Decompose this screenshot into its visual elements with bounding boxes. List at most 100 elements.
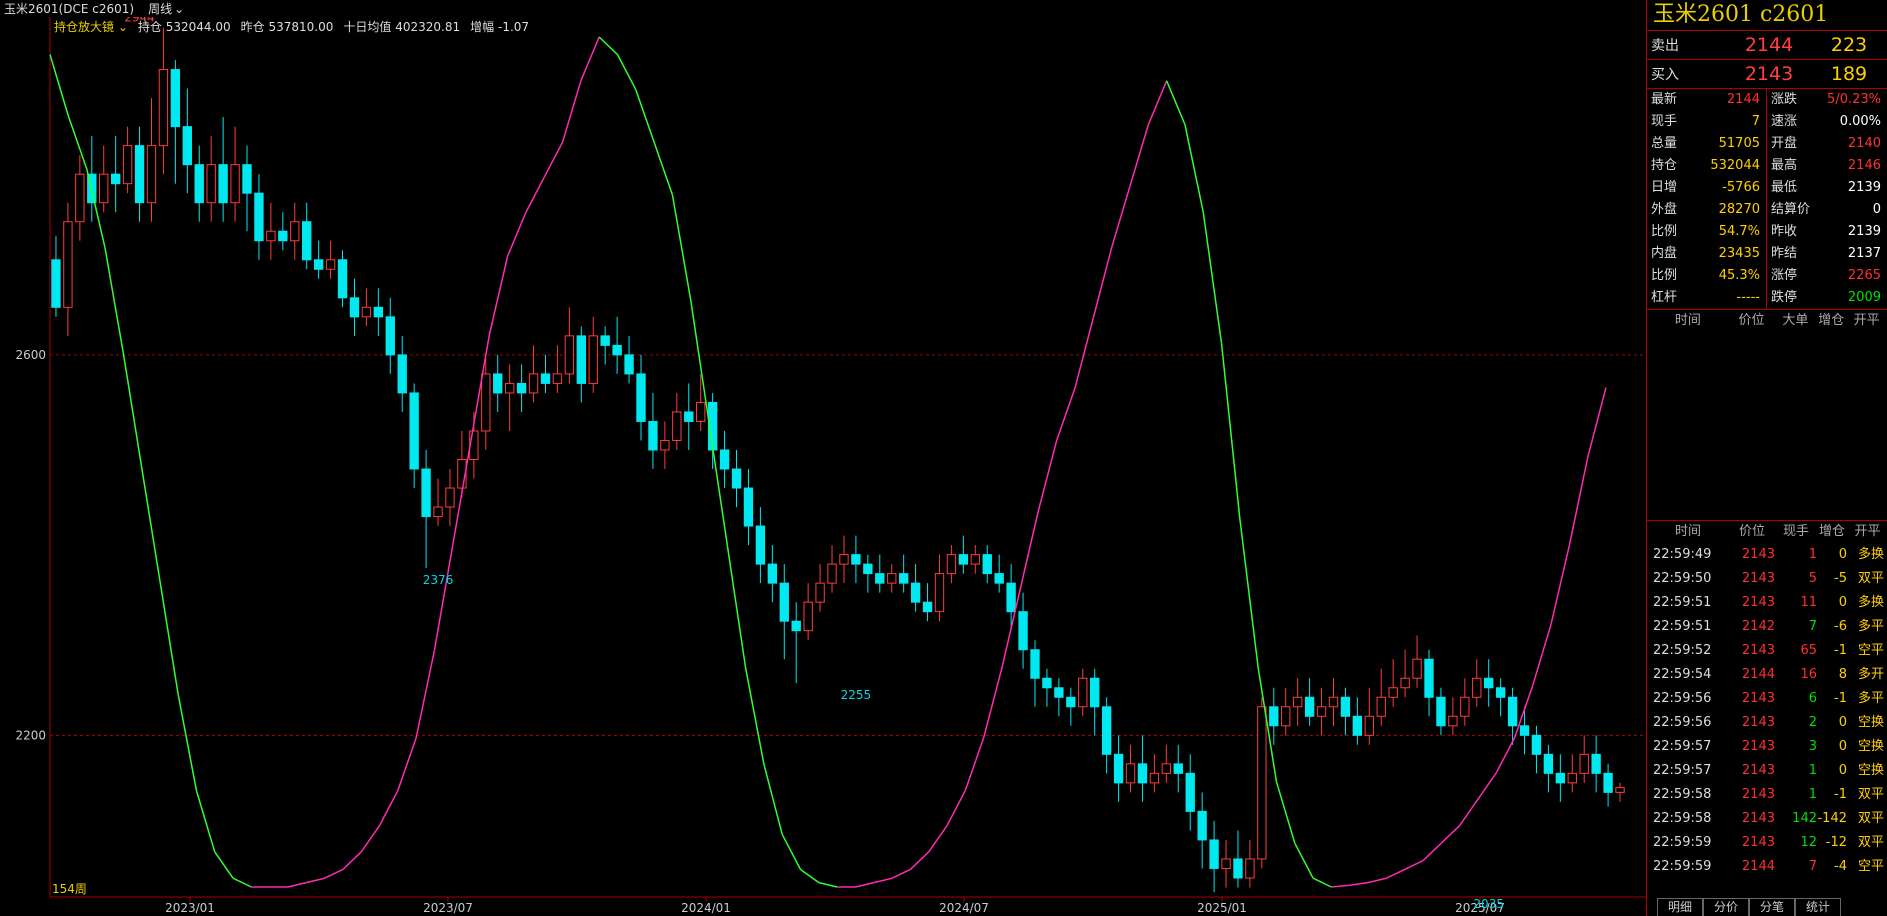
candle-body <box>827 563 837 584</box>
candle-body <box>1412 658 1422 679</box>
candle-body <box>564 335 575 375</box>
oi-line-segment <box>49 54 70 117</box>
oi-line-segment <box>726 545 747 669</box>
candle-body <box>791 620 801 632</box>
candle-body <box>1078 677 1088 708</box>
quote-panel: 玉米2601 c2601 卖出 2144 223 买入 2143 189 最新 2… <box>1646 0 1887 916</box>
candle-body <box>1137 763 1148 784</box>
stat-cell: 现手 7 <box>1647 111 1767 133</box>
candle-body <box>1185 772 1195 812</box>
candle-body <box>863 563 873 575</box>
oi-line-segment <box>1586 387 1607 458</box>
candle-body <box>409 392 419 470</box>
candle-body <box>1221 858 1231 869</box>
candle-body <box>898 573 909 584</box>
candle-body <box>1543 753 1554 774</box>
candle-body <box>51 259 61 308</box>
stat-row: 最新 2144 涨跌 5/0.23% <box>1647 89 1887 111</box>
tick-oi-change: 0 <box>1838 547 1847 562</box>
x-tick-label: 2024/07 <box>939 901 989 915</box>
candle-body <box>397 354 407 394</box>
stats-grid: 最新 2144 涨跌 5/0.23% 现手 7 速涨 0.00% 总量 51705 开盘 2140 持仓… <box>1647 88 1887 309</box>
stat-value: 7 <box>1751 114 1760 129</box>
tab-0[interactable]: 明细 <box>1657 898 1704 916</box>
stat-row: 持仓 532044 最高 2146 <box>1647 155 1887 177</box>
candle-body <box>1531 734 1542 755</box>
stat-label: 杠杆 <box>1651 290 1678 305</box>
stat-value: ----- <box>1736 290 1760 305</box>
tick-price: 2143 <box>1741 571 1775 586</box>
stat-cell: 比例 54.7% <box>1647 221 1767 243</box>
candle-body <box>684 411 694 422</box>
oi-line-segment <box>1074 317 1095 388</box>
stat-label: 内盘 <box>1651 246 1678 261</box>
candle-body <box>1424 658 1434 698</box>
candle-body <box>1328 696 1339 708</box>
ask-row[interactable]: 卖出 2144 223 <box>1647 30 1887 59</box>
candle-body <box>516 382 527 394</box>
candle-body <box>290 221 300 242</box>
candle-body <box>1603 772 1613 793</box>
oi-line-segment <box>653 141 674 195</box>
oi-line-segment <box>1440 825 1461 844</box>
period-selector[interactable]: 周线 ⌄ <box>148 0 184 17</box>
oi-line-segment <box>140 466 161 581</box>
tick-price: 2143 <box>1741 835 1775 850</box>
tick-oi-change: -1 <box>1834 643 1847 658</box>
oi-line-segment <box>543 141 564 178</box>
candle-body <box>910 582 921 603</box>
candle-body <box>146 145 157 204</box>
stat-row: 杠杆 ----- 跌停 2009 <box>1647 287 1887 309</box>
tab-3[interactable]: 统计 <box>1795 898 1842 916</box>
stat-cell: 涨停 2265 <box>1767 265 1887 287</box>
tick-volume: 3 <box>1808 739 1817 754</box>
stat-value: 0.00% <box>1839 114 1881 129</box>
oi-line-segment <box>1019 510 1040 590</box>
tick-time: 22:59:54 <box>1653 667 1712 682</box>
candle-body <box>1257 706 1267 860</box>
candle-body <box>1364 715 1374 736</box>
oi-line-segment <box>1422 842 1442 862</box>
tick-row: 22:59:57 2143 1 0 空换 <box>1647 759 1887 783</box>
stat-cell: 开盘 2140 <box>1767 133 1887 155</box>
tick-row: 22:59:59 2143 12 -12 双平 <box>1647 831 1887 855</box>
tick-oi-change: -1 <box>1834 787 1847 802</box>
candle-body <box>1472 677 1482 698</box>
tab-2[interactable]: 分笔 <box>1749 898 1796 916</box>
candle-body <box>1018 611 1028 651</box>
tick-oi-change: 0 <box>1838 595 1847 610</box>
tick-row: 22:59:59 2144 7 -4 空平 <box>1647 855 1887 879</box>
tick-time: 22:59:52 <box>1653 643 1712 658</box>
stat-value: 51705 <box>1718 136 1760 151</box>
stat-value: 5/0.23% <box>1827 92 1881 107</box>
tick-price: 2143 <box>1741 547 1775 562</box>
tick-volume: 12 <box>1800 835 1817 850</box>
candle-body <box>1388 687 1398 698</box>
tick-list[interactable]: 时间 价位 现手 增仓 开平 22:59:49 2143 1 0 多换 22:59:50 2143 5… <box>1647 520 1887 879</box>
tab-1[interactable]: 分价 <box>1703 898 1750 916</box>
tick-type: 空平 <box>1857 643 1884 658</box>
candle-body <box>254 192 264 242</box>
tick-type: 多平 <box>1857 619 1884 634</box>
oi-line-segment <box>818 881 838 888</box>
stat-value: 54.7% <box>1718 224 1760 239</box>
kline-chart[interactable]: 2600 2200 2023/01 2023/07 2024/01 2024/07 2025… <box>0 17 1646 916</box>
tick-time: 22:59:59 <box>1653 859 1712 874</box>
tick-time: 22:59:57 <box>1653 763 1712 778</box>
candle-body <box>493 373 503 394</box>
bid-row[interactable]: 买入 2143 189 <box>1647 59 1887 88</box>
oi-line-segment <box>433 545 454 651</box>
column-header: 价位 <box>1738 313 1765 328</box>
candle-body <box>1340 696 1351 717</box>
oi-line-segment <box>763 764 783 835</box>
candle-body <box>1233 858 1243 879</box>
stat-value: 2139 <box>1847 224 1881 239</box>
stat-label: 外盘 <box>1651 202 1678 217</box>
oi-line-segment <box>104 247 124 353</box>
oi-line-segment <box>800 868 820 884</box>
tick-oi-change: 0 <box>1838 739 1847 754</box>
stat-value: 2146 <box>1847 158 1881 173</box>
tick-price: 2144 <box>1741 667 1775 682</box>
candle-body <box>99 173 109 204</box>
stat-value: 0 <box>1872 202 1881 217</box>
